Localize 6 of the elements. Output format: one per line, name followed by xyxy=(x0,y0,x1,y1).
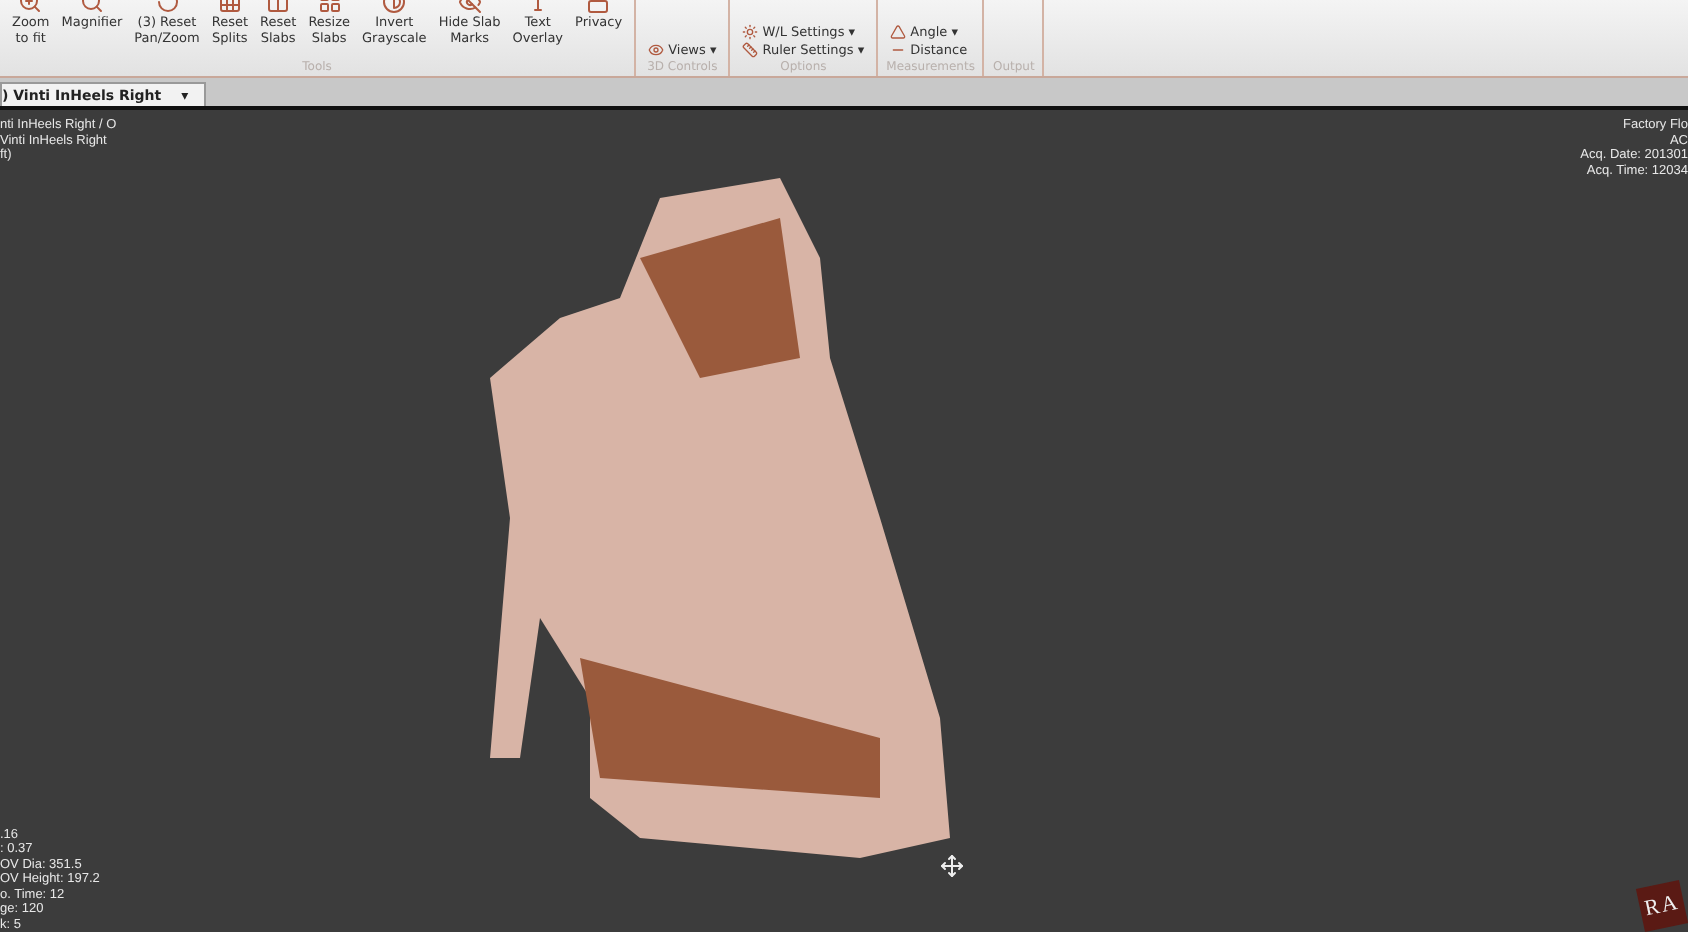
orientation-cube-icon[interactable]: RA xyxy=(1635,879,1688,932)
sun-icon xyxy=(742,24,759,40)
move-cursor-icon xyxy=(940,854,964,878)
triangle-icon xyxy=(890,24,907,40)
eye-icon xyxy=(648,42,665,58)
ruler-icon xyxy=(742,42,759,58)
